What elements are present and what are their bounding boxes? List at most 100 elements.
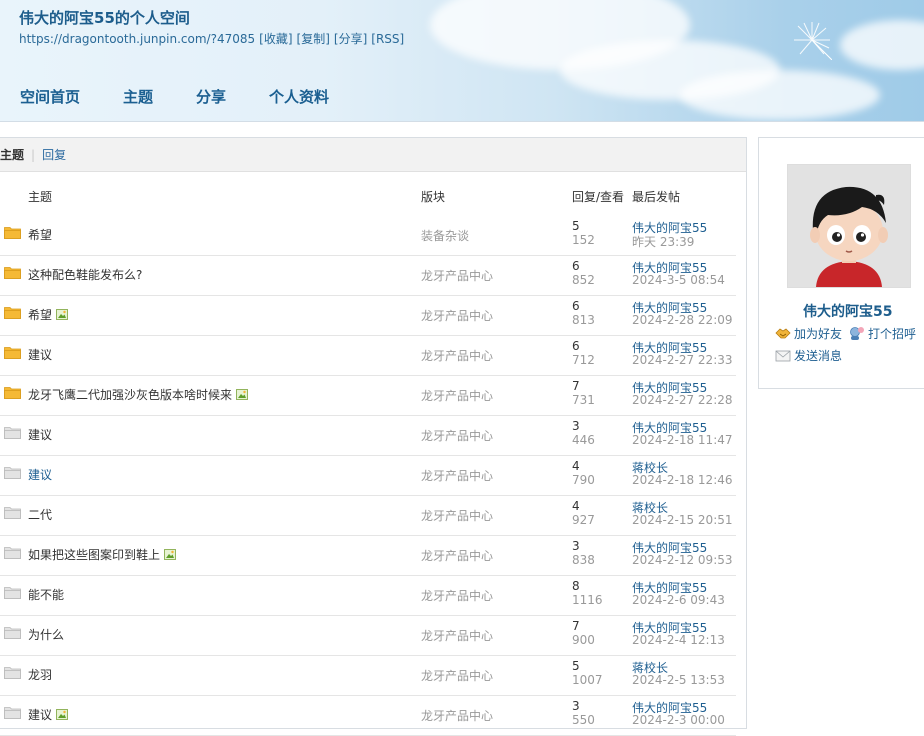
last-post-time: 2024-2-18 11:47 xyxy=(632,433,733,447)
table-row: 二代 龙牙产品中心 4 927 蒋校长 2024-2-15 20:51 xyxy=(0,496,736,536)
reply-count: 3 xyxy=(572,539,580,553)
tab-replies[interactable]: 回复 xyxy=(42,146,66,163)
envelope-icon xyxy=(775,350,791,362)
table-row: 建议 龙牙产品中心 6 712 伟大的阿宝55 2024-2-27 22:33 xyxy=(0,336,736,376)
tab-topics[interactable]: 主题 xyxy=(0,146,24,163)
avatar-illustration xyxy=(788,165,910,287)
last-post-time: 2024-2-12 09:53 xyxy=(632,553,733,567)
topic-title-link[interactable]: 能不能 xyxy=(28,586,64,603)
greet-label: 打个招呼 xyxy=(868,327,917,341)
nav-space-home[interactable]: 空间首页 xyxy=(20,86,80,107)
table-row: 龙牙飞鹰二代加强沙灰色版本啥时候来 龙牙产品中心 7 731 伟大的阿宝55 2024-2… xyxy=(0,376,736,416)
forum-link[interactable]: 龙牙产品中心 xyxy=(421,387,493,404)
forum-link[interactable]: 龙牙产品中心 xyxy=(421,587,493,604)
add-friend-link[interactable]: 加为好友 xyxy=(775,325,842,342)
reply-count: 6 xyxy=(572,299,580,313)
nav-topics[interactable]: 主题 xyxy=(123,86,153,107)
topic-title-link[interactable]: 希望 xyxy=(28,306,68,323)
nav-profile[interactable]: 个人资料 xyxy=(269,86,329,107)
topic-title: 能不能 xyxy=(28,588,65,602)
view-count: 900 xyxy=(572,633,595,647)
table-row: 希望 龙牙产品中心 6 813 伟大的阿宝55 2024-2-28 22:09 xyxy=(0,296,736,336)
view-count: 1116 xyxy=(572,593,603,607)
view-count: 813 xyxy=(572,313,595,327)
topic-title-link[interactable]: 龙牙飞鹰二代加强沙灰色版本啥时候来 xyxy=(28,386,248,403)
profile-username[interactable]: 伟大的阿宝55 xyxy=(803,301,892,321)
space-title[interactable]: 伟大的阿宝55的个人空间 xyxy=(19,7,190,28)
last-post-time: 2024-2-6 09:43 xyxy=(632,593,725,607)
table-header: 主题 版块 回复/查看 最后发帖 xyxy=(0,188,746,206)
view-count: 1007 xyxy=(572,673,603,687)
last-post-time: 昨天 23:39 xyxy=(632,235,695,249)
topic-folder-icon xyxy=(4,587,21,599)
table-row: 如果把这些图案印到鞋上 龙牙产品中心 3 838 伟大的阿宝55 2024-2-12 09… xyxy=(0,536,736,576)
send-message-label: 发送消息 xyxy=(794,349,843,363)
topic-title-link[interactable]: 建议 xyxy=(28,426,52,443)
topic-title: 二代 xyxy=(28,508,53,522)
topic-panel: 主题 | 回复 主题 版块 回复/查看 最后发帖 希望 装备杂谈 5 152 伟大的阿宝… xyxy=(0,137,747,736)
topic-title-link[interactable]: 如果把这些图案印到鞋上 xyxy=(28,546,176,563)
table-row: 为什么 龙牙产品中心 7 900 伟大的阿宝55 2024-2-4 12:13 xyxy=(0,616,736,656)
topic-title-link[interactable]: 这种配色鞋能发布么? xyxy=(28,266,142,283)
forum-link[interactable]: 龙牙产品中心 xyxy=(421,507,493,524)
forum-link[interactable]: 龙牙产品中心 xyxy=(421,307,493,324)
forum-link[interactable]: 装备杂谈 xyxy=(421,227,469,244)
forum-link[interactable]: 龙牙产品中心 xyxy=(421,347,493,364)
topic-title-link[interactable]: 为什么 xyxy=(28,626,64,643)
last-post-time: 2024-2-15 20:51 xyxy=(632,513,733,527)
topic-title-link[interactable]: 建议 xyxy=(28,346,52,363)
topic-title: 如果把这些图案印到鞋上 xyxy=(28,548,161,562)
topic-title-link[interactable]: 希望 xyxy=(28,226,52,243)
topic-folder-icon xyxy=(4,667,21,679)
space-header: 伟大的阿宝55的个人空间 https://dragontooth.junpin.… xyxy=(0,0,924,122)
topic-title-link[interactable]: 龙羽 xyxy=(28,666,52,683)
reply-count: 6 xyxy=(572,339,580,353)
rss-link[interactable]: [RSS] xyxy=(371,32,404,46)
topic-title-link[interactable]: 建议 xyxy=(28,706,68,723)
forum-link[interactable]: 龙牙产品中心 xyxy=(421,667,493,684)
forum-link[interactable]: 龙牙产品中心 xyxy=(421,427,493,444)
reply-count: 4 xyxy=(572,499,580,513)
forum-link[interactable]: 龙牙产品中心 xyxy=(421,267,493,284)
topic-folder-icon xyxy=(4,427,21,439)
topic-title: 为什么 xyxy=(28,628,65,642)
share-link[interactable]: [分享] xyxy=(334,32,367,46)
forum-link[interactable]: 龙牙产品中心 xyxy=(421,547,493,564)
handshake-icon xyxy=(775,328,791,339)
reply-count: 7 xyxy=(572,379,580,393)
last-post-time: 2024-2-28 22:09 xyxy=(632,313,733,327)
copy-link[interactable]: [复制] xyxy=(297,32,330,46)
column-header-last-post: 最后发帖 xyxy=(632,190,681,204)
table-row: 建议 龙牙产品中心 4 790 蒋校长 2024-2-18 12:46 xyxy=(0,456,736,496)
topic-title-link[interactable]: 建议 xyxy=(28,466,52,483)
favorite-link[interactable]: [收藏] xyxy=(259,32,292,46)
topic-title: 龙牙飞鹰二代加强沙灰色版本啥时候来 xyxy=(28,388,233,402)
hot-topic-folder-icon xyxy=(4,227,21,239)
avatar[interactable] xyxy=(787,164,911,288)
table-row: 建议 龙牙产品中心 3 446 伟大的阿宝55 2024-2-18 11:47 xyxy=(0,416,736,456)
topic-folder-icon xyxy=(4,547,21,559)
image-attachment-icon xyxy=(56,309,68,320)
forum-link[interactable]: 龙牙产品中心 xyxy=(421,627,493,644)
profile-card: 伟大的阿宝55 加为好友 打个招呼 发送消息 xyxy=(758,137,924,389)
topic-folder-icon xyxy=(4,707,21,719)
topic-folder-icon xyxy=(4,467,21,479)
topic-title: 龙羽 xyxy=(28,668,53,682)
column-header-subject: 主题 xyxy=(28,190,53,204)
greet-link[interactable]: 打个招呼 xyxy=(849,325,916,342)
image-attachment-icon xyxy=(236,389,248,400)
space-url[interactable]: https://dragontooth.junpin.com/?47085 xyxy=(19,32,255,46)
cloud-decoration xyxy=(680,70,880,120)
greet-icon xyxy=(850,327,864,340)
forum-link[interactable]: 龙牙产品中心 xyxy=(421,467,493,484)
hot-topic-folder-icon xyxy=(4,307,21,319)
space-nav: 空间首页 主题 分享 个人资料 xyxy=(20,86,372,107)
topic-title-link[interactable]: 二代 xyxy=(28,506,52,523)
send-message-link[interactable]: 发送消息 xyxy=(775,347,842,364)
topic-title: 这种配色鞋能发布么? xyxy=(28,268,143,282)
topic-title: 希望 xyxy=(28,228,53,242)
table-row: 能不能 龙牙产品中心 8 1116 伟大的阿宝55 2024-2-6 09:43 xyxy=(0,576,736,616)
topic-title: 建议 xyxy=(28,348,53,362)
table-row: 这种配色鞋能发布么? 龙牙产品中心 6 852 伟大的阿宝55 2024-3-5 08:5… xyxy=(0,256,736,296)
nav-share[interactable]: 分享 xyxy=(196,86,226,107)
